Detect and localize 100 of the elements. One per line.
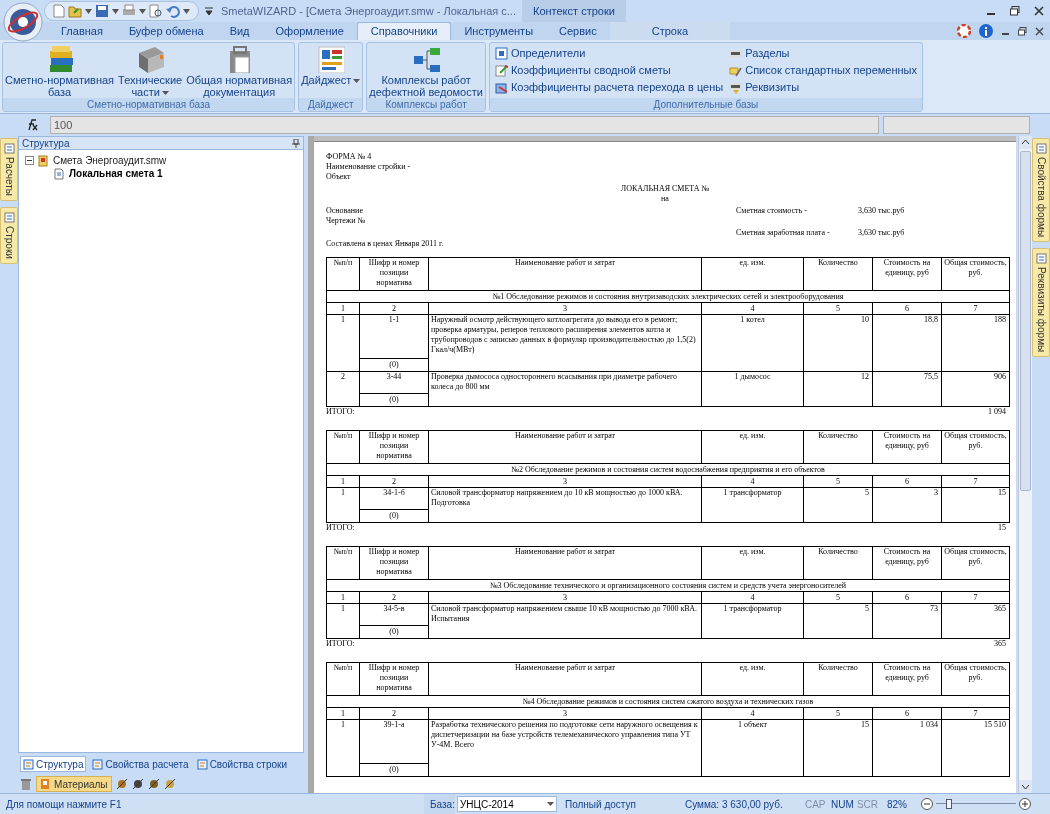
table-cell: 1 дымосос [701,371,804,407]
ribbon-menu-item[interactable]: Коэффициенты расчета перехода в цены [494,79,724,96]
trash-icon[interactable] [20,778,32,790]
side-tab[interactable]: Расчеты [0,138,18,201]
undo-icon[interactable] [166,4,180,18]
zoom-out-icon[interactable] [920,798,933,810]
tree-item[interactable]: Смета Энергоаудит.smw [52,153,168,168]
table-cell: 1 [326,603,360,639]
column-number: 7 [941,707,1010,720]
formula-input-field[interactable]: 100 [50,116,879,134]
caret-icon[interactable] [112,8,119,14]
table-cell: 1 034 [872,719,942,777]
section-title: №4 Обследование режимов и состояния систем сжатого воздуха и технических газов [326,695,1010,708]
column-header: Общая стоимость, руб. [941,546,1010,580]
column-number: 2 [359,707,429,720]
ribbon-tab[interactable]: Инструменты [451,22,547,40]
scroll-up-icon[interactable] [1019,136,1032,149]
document-text: Объект [326,172,352,182]
formula-extra-field[interactable] [882,116,1030,134]
caret-icon[interactable] [183,8,190,14]
ribbon-tab[interactable]: Сервис [546,22,610,40]
column-number: 7 [941,591,1010,604]
ribbon-tab[interactable]: Главная [48,22,116,40]
column-number: 1 [326,591,360,604]
materials-icon [40,778,50,790]
open-folder-icon[interactable] [68,4,82,18]
ribbon-button[interactable]: Общая нормативная документация [184,43,295,98]
lifebuoy-icon[interactable] [957,24,971,38]
caret-icon[interactable] [85,8,92,14]
column-number: 4 [701,707,804,720]
scroll-down-icon[interactable] [1019,780,1032,793]
ribbon-button[interactable]: Технические части [116,43,185,98]
column-number: 2 [359,302,429,315]
close-icon[interactable] [1034,6,1044,16]
ribbon-tab[interactable]: Вид [216,22,263,40]
column-number: 1 [326,302,360,315]
panel-tab[interactable]: Свойства расчета [90,756,191,772]
column-number: 1 [326,707,360,720]
ribbon-button[interactable]: Комплексы работ дефектной ведомости [367,43,485,98]
document-text: ФОРМА № 4 [326,152,373,162]
materials-button[interactable]: Материалы [36,776,112,792]
customize-caret-icon[interactable] [205,7,213,15]
side-tab[interactable]: Реквизиты формы [1032,248,1050,358]
side-tab[interactable]: Свойства формы [1032,138,1050,243]
info-icon[interactable] [979,24,993,38]
table-cell: (0) [359,358,429,372]
section-title: №1 Обследование режимов и состояния внутризаводских электрических сетей и электрооборудования [326,290,1010,303]
digest-grid-icon [316,45,345,73]
group-label: Комплексы работ [367,98,485,111]
ribbon-tab[interactable]: Буфер обмена [115,22,217,40]
scrollbar-thumb[interactable] [1020,151,1031,491]
column-header: Стоимость на единицу, руб [872,430,942,464]
ribbon-menu-item[interactable]: Разделы [729,45,917,62]
tree-item[interactable]: Локальная смета 1 [68,166,164,181]
total-value: 365 [994,639,1007,650]
print-preview-icon[interactable] [149,4,163,18]
ribbon-tab[interactable]: Оформление [262,22,357,40]
save-icon[interactable] [95,4,109,18]
ribbon-tab[interactable]: Строка [609,22,731,40]
panel-tab[interactable]: Свойства строки [194,756,289,772]
status-text: Полный доступ [564,797,637,812]
column-header: №п/п [326,257,360,291]
context-tab-group: Контекст строки [521,0,626,22]
ribbon-menu-item[interactable]: Определители [494,45,724,62]
column-number: 4 [701,302,804,315]
pin-icon[interactable] [292,138,300,148]
ribbon-tab[interactable]: Справочники [356,22,452,40]
zoom-in-icon[interactable] [1018,798,1031,810]
column-number: 7 [941,302,1010,315]
list-icon [1035,253,1047,265]
sum-text: Сумма: 3 630,00 руб. [684,797,784,812]
zoom-level-text: 82% [886,797,908,812]
ribbon-menu-item[interactable]: Реквизиты [729,79,917,96]
table-cell: (0) [359,763,429,777]
table-cell: 18,8 [872,314,942,372]
print-icon[interactable] [122,4,136,18]
vertical-scrollbar[interactable] [1018,136,1032,793]
ribbon-button[interactable]: Дайджест [299,43,363,86]
document-icon [53,167,65,180]
column-number: 3 [428,591,702,604]
column-header: Наименование работ и затрат [428,546,702,580]
caret-icon[interactable] [139,8,146,14]
coefficient-table-icon [494,81,508,94]
ribbon-menu-item[interactable]: Список стандартных переменных [729,62,917,79]
column-number: 4 [701,475,804,488]
zoom-slider[interactable] [935,798,1016,810]
table-cell: 34-5-в [359,603,429,626]
ribbon-button[interactable]: Сметно-нормативная база [3,43,117,98]
close-icon[interactable] [1035,26,1044,36]
slider-thumb[interactable] [946,799,953,809]
ribbon-menu-item[interactable]: Коэффициенты сводной сметы [494,62,724,79]
table-cell: 1-1 [359,314,429,359]
side-tab[interactable]: Строки [0,207,18,264]
table-cell: 1 объект [701,719,804,777]
column-number: 6 [872,302,942,315]
base-dropdown[interactable]: УНЦС-2014 [456,796,557,812]
panel-tab[interactable]: Структура [20,756,87,772]
collapse-toggle-icon[interactable] [25,156,34,165]
group-label: Дайджест [299,98,363,111]
table-cell: (0) [359,625,429,639]
